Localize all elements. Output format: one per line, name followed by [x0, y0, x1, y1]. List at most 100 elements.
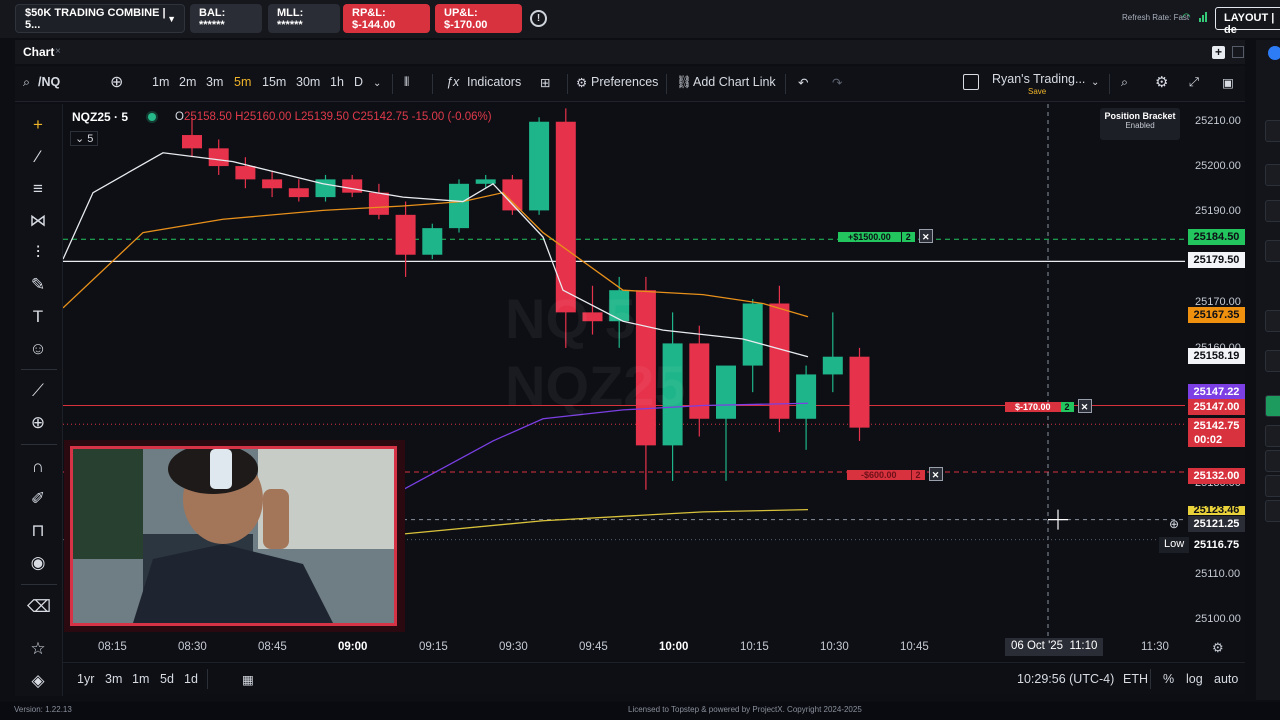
order-panel-button[interactable]	[1265, 500, 1280, 522]
order-panel-field[interactable]	[1265, 120, 1280, 142]
calendar-icon[interactable]: ▦	[242, 672, 254, 687]
ohlc-legend: O25158.50 H25160.00 L25139.50 C25142.75 …	[175, 111, 492, 123]
range-5d[interactable]: 5d	[160, 672, 174, 686]
indicators-button[interactable]: Indicators	[467, 75, 521, 89]
time-label: 08:45	[258, 641, 287, 653]
timeframe-30m[interactable]: 30m	[296, 75, 320, 89]
close-icon[interactable]: ✕	[928, 467, 943, 481]
settings-icon[interactable]: ⚙	[1212, 640, 1224, 656]
stop-loss-order[interactable]: -$600.00 2 ✕	[847, 467, 943, 481]
low-price-tag: 25116.75	[1188, 537, 1245, 553]
log-toggle[interactable]: log	[1186, 672, 1203, 686]
search-icon[interactable]: ⌕	[23, 75, 30, 90]
template-name[interactable]: Ryan's Trading...	[992, 72, 1085, 86]
close-icon[interactable]: ✕	[1077, 399, 1092, 413]
text-icon[interactable]: T	[27, 306, 49, 328]
range-1yr[interactable]: 1yr	[77, 672, 94, 686]
buy-button[interactable]	[1265, 395, 1280, 417]
timeframe-5m[interactable]: 5m	[234, 75, 251, 89]
order-panel-field[interactable]	[1265, 240, 1280, 262]
timeframe-d[interactable]: D	[354, 75, 363, 89]
timeframe-15m[interactable]: 15m	[262, 75, 286, 89]
percent-toggle[interactable]: %	[1163, 672, 1174, 686]
account-selector[interactable]: $50K TRADING COMBINE | 5... ▼	[15, 4, 185, 33]
timeframe-2m[interactable]: 2m	[179, 75, 196, 89]
position-order[interactable]: $-170.00 2 ✕	[1005, 399, 1092, 413]
zoom-in-icon[interactable]: ⊕	[27, 412, 49, 434]
indicators-toggle[interactable]: ⌄ 5	[70, 131, 99, 146]
settings-icon[interactable]: ⚙	[1155, 73, 1168, 91]
crosshair-icon[interactable]: +	[27, 114, 49, 136]
take-profit-order[interactable]: +$1500.00 2 ✕	[838, 229, 933, 243]
drawing-tools: + ⁄ ≡ ⋈ ⫶ ✎ T ☺ ⟋ ⊕ ∩ ✐ ⊓ ◉ ⌫ ☆ ◈	[15, 104, 63, 696]
position-qty: 2	[1060, 402, 1074, 412]
order-panel-field[interactable]	[1265, 164, 1280, 186]
order-panel-button[interactable]	[1265, 450, 1280, 472]
session-toggle[interactable]: ETH	[1123, 672, 1148, 686]
order-panel-button[interactable]	[1265, 475, 1280, 497]
layers-icon[interactable]: ◈	[27, 670, 49, 692]
order-panel-field[interactable]	[1265, 200, 1280, 222]
close-icon[interactable]: ✕	[918, 229, 933, 243]
trash-icon[interactable]: ⌫	[27, 596, 51, 618]
template-checkbox[interactable]	[963, 74, 979, 90]
add-alert-icon[interactable]: ⊕	[1169, 517, 1179, 531]
maximize-icon[interactable]	[1232, 46, 1244, 58]
chevron-down-icon[interactable]: ⌄	[373, 78, 381, 89]
horizontal-lines-icon[interactable]: ≡	[27, 178, 49, 200]
panel-close-icon[interactable]: ×	[55, 46, 61, 57]
ohlc-high: H25160.00	[235, 111, 292, 123]
candle-body	[368, 192, 389, 215]
star-icon[interactable]: ☆	[27, 638, 49, 660]
order-panel-field[interactable]	[1265, 350, 1280, 372]
ohlc-change: -15.00 (-0.06%)	[411, 111, 492, 123]
timeframe-1m[interactable]: 1m	[152, 75, 169, 89]
candle-body	[235, 166, 256, 180]
timeframe-1h[interactable]: 1h	[330, 75, 344, 89]
camera-icon[interactable]: ▣	[1222, 75, 1234, 90]
legend-symbol[interactable]: NQZ25 · 5	[72, 110, 128, 124]
lock-drawings-icon[interactable]: ✐	[27, 488, 49, 510]
templates-grid-icon[interactable]: ⊞	[540, 75, 550, 90]
gear-icon[interactable]: ⚙	[576, 75, 587, 90]
divider	[207, 669, 208, 689]
chevron-down-icon[interactable]: ⌄	[1091, 77, 1099, 88]
lock-icon[interactable]: ⊓	[27, 520, 49, 542]
range-3m[interactable]: 3m	[105, 672, 122, 686]
order-panel-button[interactable]	[1265, 425, 1280, 447]
fib-icon[interactable]: ⫶	[27, 242, 49, 264]
template-save-label[interactable]: Save	[1028, 87, 1046, 96]
fullscreen-icon[interactable]: ⤢	[1189, 75, 1199, 90]
trend-line-icon[interactable]: ⁄	[27, 146, 49, 168]
chart-type-icon[interactable]: ⫴	[404, 75, 409, 90]
chevron-down-icon: ▼	[167, 14, 176, 24]
eye-icon[interactable]: ◉	[27, 552, 49, 574]
add-chart-link-button[interactable]: Add Chart Link	[693, 75, 776, 89]
indicators-icon[interactable]: ƒx	[446, 75, 459, 89]
preferences-button[interactable]: Preferences	[591, 75, 658, 89]
range-1d[interactable]: 1d	[184, 672, 198, 686]
symbol-search[interactable]: /NQ	[38, 75, 60, 89]
timeframe-3m[interactable]: 3m	[206, 75, 223, 89]
price-axis[interactable]: 25210.00 25200.00 25190.00 25170.00 2516…	[1185, 104, 1245, 636]
add-panel-icon[interactable]: +	[1212, 46, 1225, 59]
version-label: Version: 1.22.13	[14, 705, 72, 714]
order-panel-field[interactable]	[1265, 310, 1280, 332]
time-axis[interactable]: 08:15 08:30 08:45 09:00 09:15 09:30 09:4…	[63, 636, 1245, 660]
pattern-icon[interactable]: ⋈	[27, 210, 49, 232]
magnet-icon[interactable]: ∩	[27, 456, 49, 478]
emoji-icon[interactable]: ☺	[27, 338, 49, 360]
lookup-icon[interactable]: ⌕	[1121, 75, 1128, 90]
compare-add-icon[interactable]: ⊕	[110, 72, 123, 92]
undo-icon[interactable]: ↶	[798, 75, 808, 90]
range-1m[interactable]: 1m	[132, 672, 149, 686]
brush-icon[interactable]: ✎	[27, 274, 49, 296]
ruler-icon[interactable]: ⟋	[27, 380, 49, 402]
candle-body	[262, 179, 283, 189]
license-label: Licensed to Topstep & powered by Project…	[628, 705, 862, 714]
link-icon[interactable]: ⛓	[676, 75, 692, 90]
position-bracket[interactable]: Position Bracket Enabled	[1100, 108, 1180, 140]
info-icon[interactable]: !	[530, 10, 547, 27]
auto-toggle[interactable]: auto	[1214, 672, 1238, 686]
layout-button[interactable]: LAYOUT | de	[1215, 7, 1280, 36]
